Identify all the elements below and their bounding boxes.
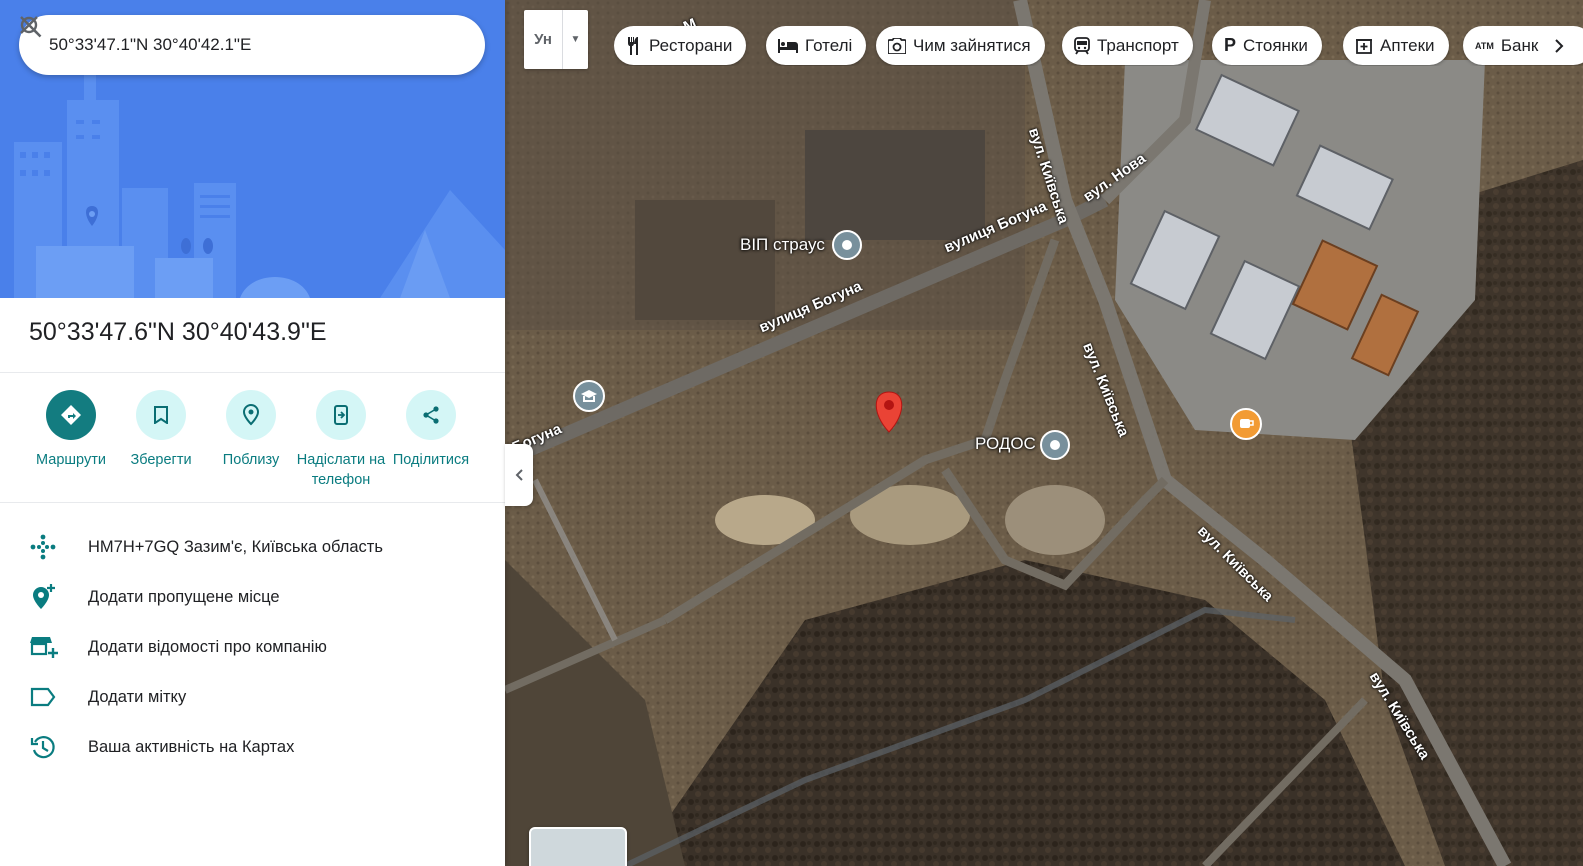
action-label: Поблизу xyxy=(222,452,280,468)
search-box[interactable]: 50°33'47.1"N 30°40'42.1"E xyxy=(19,15,485,75)
place-title: 50°33'47.6"N 30°40'43.9"E xyxy=(29,318,327,346)
layers-thumbnail[interactable] xyxy=(529,827,627,866)
chip-label: Банк xyxy=(1500,35,1539,55)
satellite-map[interactable]: ВІП страус РОДОС вулиця Богуна вулиця Бо… xyxy=(505,0,1583,866)
chip-transit[interactable]: Транспорт xyxy=(1062,26,1193,65)
close-icon[interactable] xyxy=(20,16,473,68)
maps-activity-row[interactable]: Ваша активність на Картах xyxy=(0,722,505,772)
directions-icon xyxy=(46,390,96,440)
maps-activity-text: Ваша активність на Картах xyxy=(88,737,295,756)
history-icon xyxy=(0,734,88,760)
add-business-row[interactable]: Додати відомості про компанію xyxy=(0,622,505,672)
plus-code-icon xyxy=(0,534,88,560)
chip-label: Готелі xyxy=(805,35,853,55)
search-input[interactable]: 50°33'47.1"N 30°40'42.1"E xyxy=(49,35,369,55)
add-place-text: Додати пропущене місце xyxy=(88,587,280,606)
poi-pin-vip-straus[interactable] xyxy=(832,230,862,260)
divider xyxy=(0,502,505,503)
nearby-button[interactable]: Поблизу xyxy=(201,390,301,470)
chip-pharmacies[interactable]: Аптеки xyxy=(1343,26,1449,65)
chip-label: Ресторани xyxy=(649,35,733,55)
chevron-left-icon xyxy=(515,469,523,481)
add-label-row[interactable]: Додати мітку xyxy=(0,672,505,722)
add-business-text: Додати відомості про компанію xyxy=(88,637,327,656)
atm-icon: ATM xyxy=(1475,40,1494,51)
bookmark-icon xyxy=(136,390,186,440)
send-to-phone-button[interactable]: Надіслати на телефон xyxy=(291,390,391,490)
parking-icon: P xyxy=(1224,35,1237,55)
nearby-icon xyxy=(226,390,276,440)
action-label: Маршрути xyxy=(36,452,106,468)
add-business-icon xyxy=(0,634,88,660)
chip-restaurants[interactable]: Ресторани xyxy=(614,26,747,65)
info-list: HM7H+7GQ Зазим'є, Київська область Додат… xyxy=(0,522,505,772)
layer-label: Ун xyxy=(534,31,552,48)
pharmacy-icon xyxy=(1355,37,1373,55)
transit-icon xyxy=(1074,36,1090,55)
chip-label: Чим зайнятися xyxy=(913,35,1031,55)
chip-label: Стоянки xyxy=(1243,35,1308,55)
layer-selector[interactable]: Ун ▼ xyxy=(524,10,588,69)
action-buttons: Маршрути Зберегти Поблизу Надіслати на т… xyxy=(0,390,505,500)
add-missing-place-row[interactable]: Додати пропущене місце xyxy=(0,572,505,622)
poi-label-vip-straus[interactable]: ВІП страус xyxy=(740,235,825,255)
dropdown-caret-icon[interactable]: ▼ xyxy=(562,10,588,69)
send-to-phone-icon xyxy=(316,390,366,440)
divider xyxy=(0,372,505,373)
plus-code-row[interactable]: HM7H+7GQ Зазим'є, Київська область xyxy=(0,522,505,572)
restaurant-icon xyxy=(626,36,642,55)
directions-button[interactable]: Маршрути xyxy=(21,390,121,470)
hotel-icon xyxy=(778,38,798,53)
action-label: Поділитися xyxy=(392,452,470,468)
poi-pin-rodos[interactable] xyxy=(1040,430,1070,460)
action-label: Зберегти xyxy=(130,452,192,468)
collapse-panel-button[interactable] xyxy=(505,444,533,506)
search-icon[interactable] xyxy=(20,16,415,68)
chip-hotels[interactable]: Готелі xyxy=(766,26,867,65)
chip-parking[interactable]: P Стоянки xyxy=(1212,26,1322,65)
share-button[interactable]: Поділитися xyxy=(381,390,481,470)
side-panel: 50°33'47.1"N 30°40'42.1"E 50°33'47.6"N 3… xyxy=(0,0,505,866)
chip-label: Транспорт xyxy=(1097,35,1179,55)
add-label-text: Додати мітку xyxy=(88,687,187,706)
save-button[interactable]: Зберегти xyxy=(111,390,211,470)
chip-things-to-do[interactable]: Чим зайнятися xyxy=(876,26,1045,65)
add-place-icon xyxy=(0,583,88,611)
chip-label: Аптеки xyxy=(1380,35,1435,55)
place-hero-illustration: 50°33'47.1"N 30°40'42.1"E xyxy=(0,0,505,298)
action-label: Надіслати на телефон xyxy=(296,452,386,488)
plus-code-text: HM7H+7GQ Зазим'є, Київська область xyxy=(88,537,383,556)
google-maps-app: ВІП страус РОДОС вулиця Богуна вулиця Бо… xyxy=(0,0,1583,866)
poi-label-rodos[interactable]: РОДОС xyxy=(975,434,1036,454)
camera-icon xyxy=(888,37,906,54)
share-icon xyxy=(406,390,456,440)
label-icon xyxy=(0,687,88,707)
category-chips: Ресторани Готелі Чим зайнятися Транспорт… xyxy=(614,26,1583,66)
